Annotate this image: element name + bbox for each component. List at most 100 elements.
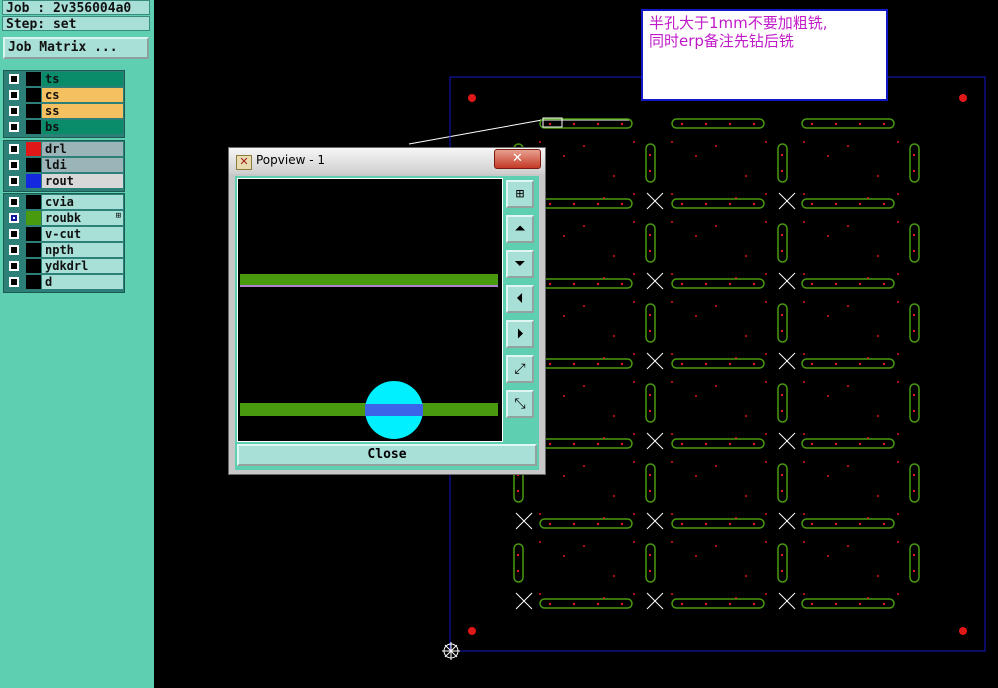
layer-color-swatch[interactable] xyxy=(26,275,41,289)
drill-hit xyxy=(671,301,673,303)
drill-hit xyxy=(803,433,805,435)
layer-name[interactable]: cvia xyxy=(42,195,123,209)
layer-color-swatch[interactable] xyxy=(26,88,41,102)
route-slot xyxy=(777,303,788,343)
tooling-hole xyxy=(959,94,967,102)
pan-down-icon[interactable]: ⏷ xyxy=(506,250,534,278)
drill-hit xyxy=(572,602,576,606)
pan-right-icon[interactable]: ⏵ xyxy=(506,320,534,348)
layer-color-swatch[interactable] xyxy=(26,227,41,241)
layer-row-ts[interactable]: ts xyxy=(5,72,123,86)
drill-hit xyxy=(867,197,869,199)
popview-title: Popview - 1 xyxy=(256,153,325,167)
layer-checkbox[interactable] xyxy=(9,197,19,207)
window-close-button[interactable]: ✕ xyxy=(494,149,541,169)
drill-hit xyxy=(728,202,732,206)
route-slot xyxy=(539,438,633,449)
layer-color-swatch[interactable] xyxy=(26,72,41,86)
layer-color-swatch[interactable] xyxy=(26,243,41,257)
layer-checkbox[interactable] xyxy=(9,122,19,132)
popview-body: ⊞ ⏶ ⏷ ⏴ ⏵ ⤢ ⤡ Close xyxy=(235,176,539,470)
layer-name[interactable]: ts xyxy=(42,72,123,86)
layer-checkbox[interactable] xyxy=(9,106,19,116)
layer-name[interactable]: rout xyxy=(42,174,123,188)
popview-canvas[interactable] xyxy=(237,178,503,442)
drill-hit xyxy=(648,153,652,157)
layer-color-swatch[interactable] xyxy=(26,259,41,273)
layer-color-swatch[interactable] xyxy=(26,195,41,209)
drill-hit xyxy=(912,169,916,173)
layer-name[interactable]: drl xyxy=(42,142,123,156)
drill-hit xyxy=(633,221,635,223)
layer-row-ldi[interactable]: ldi xyxy=(5,158,123,172)
layer-checkbox[interactable] xyxy=(9,144,19,154)
layer-row-ss[interactable]: ss xyxy=(5,104,123,118)
drill-hit xyxy=(780,409,784,413)
drill-hit xyxy=(548,602,552,606)
zoom-in-icon[interactable]: ⤢ xyxy=(506,355,534,383)
drill-hit xyxy=(897,221,899,223)
drill-hit xyxy=(648,313,652,317)
layer-checkbox[interactable] xyxy=(9,261,19,271)
layer-checkbox[interactable] xyxy=(9,229,19,239)
route-slot xyxy=(777,463,788,503)
close-button[interactable]: Close xyxy=(237,444,537,466)
layer-name[interactable]: roubk xyxy=(42,211,123,225)
layer-row-rout[interactable]: rout xyxy=(5,174,123,188)
layer-row-roubk[interactable]: roubk ⊞ xyxy=(5,211,123,225)
drill-hit xyxy=(563,235,565,237)
layer-color-swatch[interactable] xyxy=(26,211,41,225)
layer-checkbox[interactable] xyxy=(9,245,19,255)
layer-color-swatch[interactable] xyxy=(26,142,41,156)
drill-hit xyxy=(912,249,916,253)
drill-hit xyxy=(728,522,732,526)
zoom-fit-icon[interactable]: ⊞ xyxy=(506,180,534,208)
route-slot xyxy=(801,598,895,609)
layer-row-cs[interactable]: cs xyxy=(5,88,123,102)
layer-checkbox[interactable] xyxy=(9,277,19,287)
layer-name[interactable]: bs xyxy=(42,120,123,134)
pan-up-icon[interactable]: ⏶ xyxy=(506,215,534,243)
drill-hit xyxy=(671,273,673,275)
route-slot xyxy=(645,143,656,183)
drill-hit xyxy=(633,433,635,435)
layer-name[interactable]: d xyxy=(42,275,123,289)
layer-name[interactable]: ss xyxy=(42,104,123,118)
layer-checkbox[interactable] xyxy=(9,160,19,170)
drill-hit xyxy=(810,122,814,126)
layer-row-d[interactable]: d xyxy=(5,275,123,289)
drill-hit xyxy=(704,442,708,446)
drill-hit xyxy=(671,353,673,355)
drill-hit xyxy=(765,141,767,143)
layer-color-swatch[interactable] xyxy=(26,158,41,172)
layer-checkbox[interactable] xyxy=(9,74,19,84)
layer-row-drl[interactable]: drl xyxy=(5,142,123,156)
drill-hit xyxy=(912,473,916,477)
drill-hit xyxy=(803,273,805,275)
layer-name[interactable]: npth xyxy=(42,243,123,257)
layer-row-v-cut[interactable]: v-cut xyxy=(5,227,123,241)
layer-row-npth[interactable]: npth xyxy=(5,243,123,257)
layer-row-bs[interactable]: bs xyxy=(5,120,123,134)
drill-hit xyxy=(620,442,624,446)
layer-name[interactable]: v-cut xyxy=(42,227,123,241)
drill-hit xyxy=(827,555,829,557)
layer-name[interactable]: cs xyxy=(42,88,123,102)
layer-checkbox[interactable] xyxy=(9,213,19,223)
layer-name[interactable]: ydkdrl xyxy=(42,259,123,273)
layer-color-swatch[interactable] xyxy=(26,104,41,118)
popview-titlebar[interactable]: ✕ Popview - 1 ✕ xyxy=(229,148,545,174)
layer-checkbox[interactable] xyxy=(9,90,19,100)
layer-row-cvia[interactable]: cvia xyxy=(5,195,123,209)
job-matrix-button[interactable]: Job Matrix ... xyxy=(3,37,149,59)
layer-checkbox[interactable] xyxy=(9,176,19,186)
route-slot xyxy=(645,383,656,423)
drill-hit xyxy=(680,202,684,206)
layer-row-ydkdrl[interactable]: ydkdrl xyxy=(5,259,123,273)
pan-left-icon[interactable]: ⏴ xyxy=(506,285,534,313)
drill-hit xyxy=(810,202,814,206)
zoom-out-icon[interactable]: ⤡ xyxy=(506,390,534,418)
layer-name[interactable]: ldi xyxy=(42,158,123,172)
layer-color-swatch[interactable] xyxy=(26,120,41,134)
layer-color-swatch[interactable] xyxy=(26,174,41,188)
